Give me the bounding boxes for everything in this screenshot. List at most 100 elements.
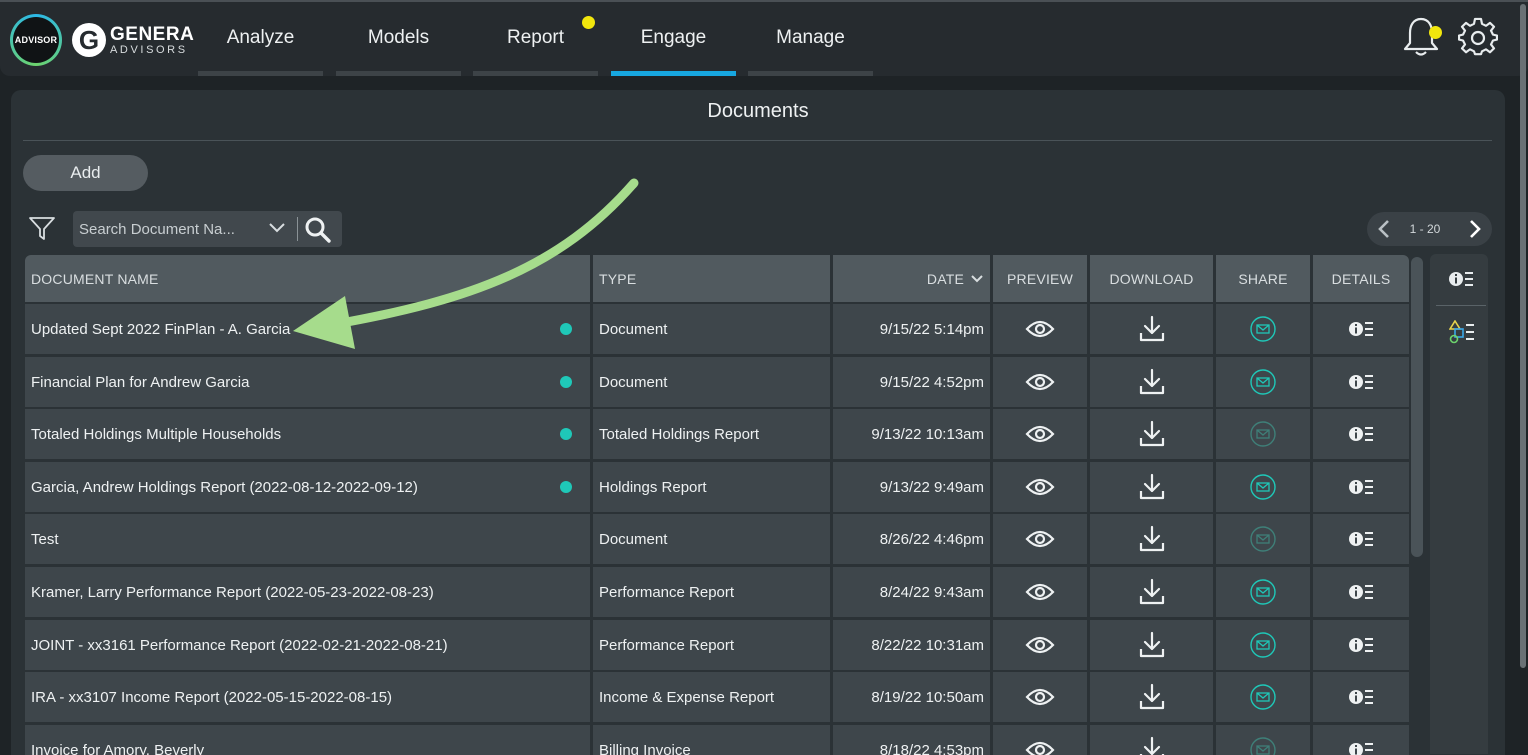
cell-details[interactable] bbox=[1313, 304, 1409, 354]
tab-models[interactable]: Models bbox=[336, 0, 461, 76]
cell-preview[interactable] bbox=[993, 409, 1087, 459]
info-list-icon[interactable] bbox=[1348, 318, 1374, 340]
mail-icon[interactable] bbox=[1249, 631, 1277, 659]
cell-preview[interactable] bbox=[993, 357, 1087, 407]
sort-chevron-down-icon[interactable] bbox=[970, 274, 984, 284]
download-icon[interactable] bbox=[1138, 631, 1166, 659]
cell-document-name[interactable]: JOINT - xx3161 Performance Report (2022-… bbox=[25, 620, 590, 670]
cell-preview[interactable] bbox=[993, 620, 1087, 670]
eye-icon[interactable] bbox=[1025, 635, 1055, 655]
cell-download[interactable] bbox=[1090, 409, 1213, 459]
cell-document-name[interactable]: Invoice for Amory, Beverly bbox=[25, 725, 590, 755]
cell-preview[interactable] bbox=[993, 567, 1087, 617]
column-header-type[interactable]: TYPE bbox=[593, 255, 830, 302]
eye-icon[interactable] bbox=[1025, 372, 1055, 392]
download-icon[interactable] bbox=[1138, 578, 1166, 606]
cell-share[interactable] bbox=[1216, 620, 1310, 670]
cell-share[interactable] bbox=[1216, 567, 1310, 617]
tab-manage[interactable]: Manage bbox=[748, 0, 873, 76]
download-icon[interactable] bbox=[1138, 473, 1166, 501]
cell-details[interactable] bbox=[1313, 409, 1409, 459]
column-header-date[interactable]: DATE bbox=[833, 255, 990, 302]
info-list-icon[interactable] bbox=[1348, 371, 1374, 393]
add-document-button[interactable]: Add bbox=[23, 155, 148, 191]
cell-document-name[interactable]: Test bbox=[25, 514, 590, 564]
cell-preview[interactable] bbox=[993, 514, 1087, 564]
info-list-icon[interactable] bbox=[1348, 423, 1374, 445]
cell-details[interactable] bbox=[1313, 620, 1409, 670]
search-icon[interactable] bbox=[304, 216, 332, 244]
info-list-icon[interactable] bbox=[1348, 739, 1374, 755]
download-icon[interactable] bbox=[1138, 420, 1166, 448]
eye-icon[interactable] bbox=[1025, 687, 1055, 707]
cell-preview[interactable] bbox=[993, 462, 1087, 512]
cell-share[interactable] bbox=[1216, 304, 1310, 354]
cell-document-name[interactable]: Garcia, Andrew Holdings Report (2022-08-… bbox=[25, 462, 590, 512]
info-list-icon[interactable] bbox=[1448, 268, 1474, 290]
mail-icon[interactable] bbox=[1249, 315, 1277, 343]
table-scrollbar[interactable] bbox=[1411, 257, 1423, 557]
cell-download[interactable] bbox=[1090, 620, 1213, 670]
mail-icon[interactable] bbox=[1249, 683, 1277, 711]
mail-icon[interactable] bbox=[1249, 368, 1277, 396]
chevron-left-icon[interactable] bbox=[1376, 219, 1392, 239]
cell-details[interactable] bbox=[1313, 514, 1409, 564]
download-icon[interactable] bbox=[1138, 525, 1166, 553]
cell-share[interactable] bbox=[1216, 725, 1310, 755]
eye-icon[interactable] bbox=[1025, 319, 1055, 339]
download-icon[interactable] bbox=[1138, 683, 1166, 711]
mail-icon[interactable] bbox=[1249, 736, 1277, 755]
info-list-icon[interactable] bbox=[1348, 686, 1374, 708]
tab-engage[interactable]: Engage bbox=[611, 0, 736, 76]
cell-share[interactable] bbox=[1216, 514, 1310, 564]
cell-details[interactable] bbox=[1313, 462, 1409, 512]
info-list-icon[interactable] bbox=[1348, 476, 1374, 498]
page-scrollbar[interactable] bbox=[1518, 0, 1528, 670]
cell-download[interactable] bbox=[1090, 672, 1213, 722]
info-list-icon[interactable] bbox=[1348, 581, 1374, 603]
search-input[interactable] bbox=[79, 219, 259, 239]
cell-download[interactable] bbox=[1090, 514, 1213, 564]
cell-download[interactable] bbox=[1090, 567, 1213, 617]
cell-document-name[interactable]: Totaled Holdings Multiple Households bbox=[25, 409, 590, 459]
chevron-down-icon[interactable] bbox=[268, 222, 286, 234]
mail-icon[interactable] bbox=[1249, 578, 1277, 606]
eye-icon[interactable] bbox=[1025, 582, 1055, 602]
info-list-icon[interactable] bbox=[1348, 634, 1374, 656]
page-scrollbar-thumb[interactable] bbox=[1520, 4, 1526, 668]
cell-preview[interactable] bbox=[993, 304, 1087, 354]
gear-icon[interactable] bbox=[1458, 17, 1498, 57]
eye-icon[interactable] bbox=[1025, 529, 1055, 549]
eye-icon[interactable] bbox=[1025, 740, 1055, 755]
cell-details[interactable] bbox=[1313, 357, 1409, 407]
cell-preview[interactable] bbox=[993, 725, 1087, 755]
chevron-right-icon[interactable] bbox=[1467, 219, 1483, 239]
cell-share[interactable] bbox=[1216, 357, 1310, 407]
cell-preview[interactable] bbox=[993, 672, 1087, 722]
eye-icon[interactable] bbox=[1025, 424, 1055, 444]
filter-icon[interactable] bbox=[28, 216, 56, 242]
cell-details[interactable] bbox=[1313, 672, 1409, 722]
shapes-list-icon[interactable] bbox=[1449, 320, 1475, 344]
info-list-icon[interactable] bbox=[1348, 528, 1374, 550]
cell-download[interactable] bbox=[1090, 462, 1213, 512]
cell-download[interactable] bbox=[1090, 725, 1213, 755]
column-header-document-name[interactable]: DOCUMENT NAME bbox=[25, 255, 590, 302]
cell-download[interactable] bbox=[1090, 357, 1213, 407]
cell-details[interactable] bbox=[1313, 725, 1409, 755]
cell-share[interactable] bbox=[1216, 409, 1310, 459]
cell-document-name[interactable]: Kramer, Larry Performance Report (2022-0… bbox=[25, 567, 590, 617]
download-icon[interactable] bbox=[1138, 368, 1166, 396]
eye-icon[interactable] bbox=[1025, 477, 1055, 497]
mail-icon[interactable] bbox=[1249, 473, 1277, 501]
cell-download[interactable] bbox=[1090, 304, 1213, 354]
tab-analyze[interactable]: Analyze bbox=[198, 0, 323, 76]
cell-details[interactable] bbox=[1313, 567, 1409, 617]
cell-share[interactable] bbox=[1216, 462, 1310, 512]
tab-report[interactable]: Report bbox=[473, 0, 598, 76]
cell-document-name[interactable]: Updated Sept 2022 FinPlan - A. Garcia bbox=[25, 304, 590, 354]
mail-icon[interactable] bbox=[1249, 525, 1277, 553]
download-icon[interactable] bbox=[1138, 736, 1166, 755]
cell-share[interactable] bbox=[1216, 672, 1310, 722]
download-icon[interactable] bbox=[1138, 315, 1166, 343]
